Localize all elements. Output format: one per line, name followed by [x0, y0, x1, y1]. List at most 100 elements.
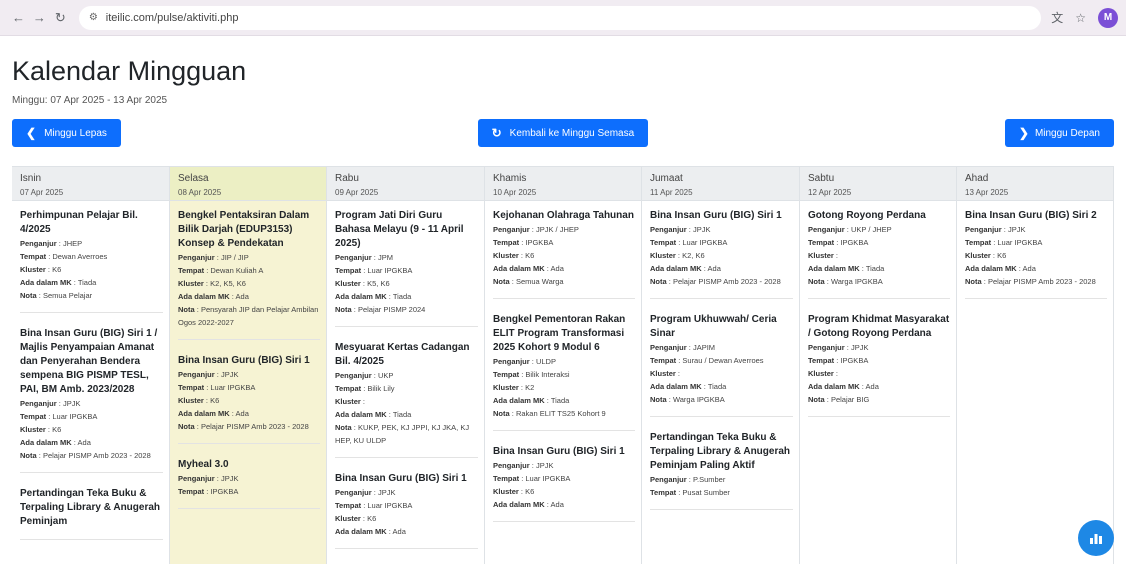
prev-week-button[interactable]: ❮ Minggu Lepas — [12, 119, 121, 147]
chevron-left-icon: ❮ — [26, 126, 37, 140]
event-detail: Nota : Pelajar PISMP Amb 2023 - 2028 — [965, 277, 1096, 286]
event-detail-value: IPGKBA — [840, 356, 869, 365]
event-title: Bina Insan Guru (BIG) Siri 2 — [965, 210, 1097, 221]
event-item[interactable]: Perhimpunan Pelajar Bil. 4/2025 Penganjur… — [20, 209, 163, 313]
event-detail-value: Pelajar PISMP Amb 2023 - 2028 — [42, 451, 151, 460]
event-detail-value: JPJK — [850, 343, 869, 352]
event-item[interactable]: Program Jati Diri Guru Bahasa Melayu (9 … — [335, 209, 478, 327]
event-title: Program Khidmat Masyarakat / Gotong Royo… — [808, 314, 950, 339]
arrow-left-icon[interactable]: ← — [8, 7, 29, 29]
event-detail-label: Penganjur — [335, 371, 372, 380]
event-detail-label: Penganjur — [808, 343, 845, 352]
sync-icon: ↻ — [491, 126, 502, 140]
event-detail: Tempat : IPGKBA — [178, 487, 239, 496]
event-detail-label: Tempat — [650, 488, 677, 497]
star-icon[interactable]: ☆ — [1075, 11, 1086, 25]
event-detail-label: Nota — [20, 291, 37, 300]
event-item[interactable]: Bina Insan Guru (BIG) Siri 1 Penganjur : … — [335, 472, 478, 549]
event-item[interactable]: Kejohanan Olahraga Tahunan Penganjur : JP… — [493, 209, 635, 299]
event-detail-value: Dewan Kuliah A — [210, 266, 264, 275]
event-detail-value: Tiada — [392, 292, 412, 301]
event-item[interactable]: Bengkel Pementoran Rakan ELIT Program Tr… — [493, 313, 635, 431]
event-detail: Penganjur : JPJK — [20, 399, 81, 408]
event-detail: Ada dalam MK : Ada — [650, 264, 721, 273]
event-detail-value: JPJK — [377, 488, 396, 497]
event-detail-value: Ada — [392, 527, 406, 536]
bar-chart-icon — [1090, 534, 1102, 544]
event-detail-label: Tempat — [335, 501, 362, 510]
event-item[interactable]: Bina Insan Guru (BIG) Siri 1 / Majlis Pe… — [20, 327, 163, 473]
event-item[interactable]: Bina Insan Guru (BIG) Siri 1 Penganjur : … — [650, 209, 793, 299]
event-detail: Penganjur : UKP / JHEP — [808, 225, 892, 234]
event-title: Mesyuarat Kertas Cadangan Bil. 4/2025 — [335, 342, 470, 367]
event-item[interactable]: Myheal 3.0 Penganjur : JPJK Tempat : IPGKB… — [178, 458, 320, 509]
event-detail-label: Tempat — [808, 356, 835, 365]
day-date: 10 Apr 2025 — [493, 188, 537, 197]
next-week-button[interactable]: ❯ Minggu Depan — [1004, 119, 1114, 147]
event-detail-value: K6 — [52, 265, 62, 274]
event-item[interactable]: Program Khidmat Masyarakat / Gotong Royo… — [808, 313, 950, 417]
next-week-label: Minggu Depan — [1034, 127, 1100, 139]
event-detail-label: Penganjur — [20, 399, 57, 408]
event-item[interactable]: Pertandingan Teka Buku & Terpaling Libra… — [650, 431, 793, 510]
site-info-icon[interactable]: ⚙ — [89, 12, 98, 23]
event-detail: Tempat : Luar IPGKBA — [335, 501, 413, 510]
event-detail-label: Penganjur — [493, 461, 530, 470]
day-name: Rabu — [335, 173, 359, 184]
reload-icon[interactable]: ↻ — [50, 7, 71, 29]
event-detail-label: Kluster — [650, 369, 676, 378]
event-detail-label: Kluster — [493, 487, 519, 496]
current-week-button[interactable]: ↻ Kembali ke Minggu Semasa — [477, 119, 649, 147]
day-header: Isnin 07 Apr 2025 — [12, 167, 169, 201]
translate-icon[interactable]: 文 — [1051, 9, 1063, 26]
event-detail-label: Kluster — [335, 397, 361, 406]
event-detail: Penganjur : P.Sumber — [650, 475, 726, 484]
event-item[interactable]: Bengkel Pentaksiran Dalam Bilik Darjah (… — [178, 209, 320, 340]
event-detail-value: Tiada — [550, 396, 570, 405]
event-detail-value: Bilik Interaksi — [525, 370, 570, 379]
event-detail-label: Ada dalam MK — [178, 409, 230, 418]
event-detail: Nota : Pelajar PISMP Amb 2023 - 2028 — [178, 422, 309, 431]
event-item[interactable]: Gotong Royong Perdana Penganjur : UKP / J… — [808, 209, 950, 299]
chart-fab-button[interactable] — [1078, 520, 1114, 556]
event-title: Program Ukhuwwah/ Ceria Sinar — [650, 314, 777, 339]
event-detail-label: Penganjur — [650, 225, 687, 234]
event-detail: Tempat : Bilik Lily — [335, 384, 395, 393]
day-date: 11 Apr 2025 — [650, 188, 693, 197]
event-detail: Tempat : Luar IPGKBA — [965, 238, 1043, 247]
event-detail: Ada dalam MK : Ada — [808, 382, 879, 391]
event-detail-label: Penganjur — [650, 343, 687, 352]
event-detail-label: Kluster — [808, 369, 834, 378]
event-detail: Kluster : K6 — [493, 487, 535, 496]
profile-avatar[interactable]: M — [1097, 7, 1118, 28]
event-detail: Penganjur : JPJK — [178, 474, 239, 483]
event-item[interactable]: Program Ukhuwwah/ Ceria Sinar Penganjur :… — [650, 313, 793, 417]
event-detail: Tempat : Dewan Kuliah A — [178, 266, 264, 275]
event-detail-value: Luar IPGKBA — [682, 238, 728, 247]
event-detail-value: JPJK — [1007, 225, 1026, 234]
event-detail: Nota : Warga IPGKBA — [650, 395, 725, 404]
event-detail-label: Penganjur — [178, 474, 215, 483]
event-detail-value: Semua Warga — [515, 277, 564, 286]
event-detail-label: Ada dalam MK — [808, 264, 860, 273]
day-name: Isnin — [20, 173, 42, 184]
arrow-right-icon[interactable]: → — [29, 7, 50, 29]
event-detail: Penganjur : JPJK — [808, 343, 869, 352]
event-detail: Penganjur : JPJK — [335, 488, 396, 497]
event-detail-value: K2 — [525, 383, 535, 392]
day-header: Sabtu 12 Apr 2025 — [800, 167, 956, 201]
event-detail: Kluster : K6 — [335, 514, 377, 523]
address-bar[interactable]: ⚙ iteilic.com/pulse/aktiviti.php — [78, 5, 1042, 30]
event-item[interactable]: Bina Insan Guru (BIG) Siri 1 Penganjur : … — [493, 445, 635, 522]
event-detail: Ada dalam MK : Ada — [493, 264, 564, 273]
event-item[interactable]: Bina Insan Guru (BIG) Siri 1 Penganjur : … — [178, 354, 320, 444]
event-item[interactable]: Bina Insan Guru (BIG) Siri 2 Penganjur : … — [965, 209, 1107, 299]
event-item[interactable]: Mesyuarat Kertas Cadangan Bil. 4/2025 Pen… — [335, 341, 478, 458]
event-detail-label: Nota — [493, 277, 510, 286]
event-detail-label: Kluster — [493, 383, 519, 392]
event-detail: Kluster : K6 — [20, 265, 62, 274]
event-item[interactable]: Pertandingan Teka Buku & Terpaling Libra… — [20, 487, 163, 540]
event-detail: Kluster : — [335, 397, 366, 406]
event-detail: Penganjur : JPJK / JHEP — [493, 225, 579, 234]
event-detail: Kluster : K6 — [178, 396, 220, 405]
